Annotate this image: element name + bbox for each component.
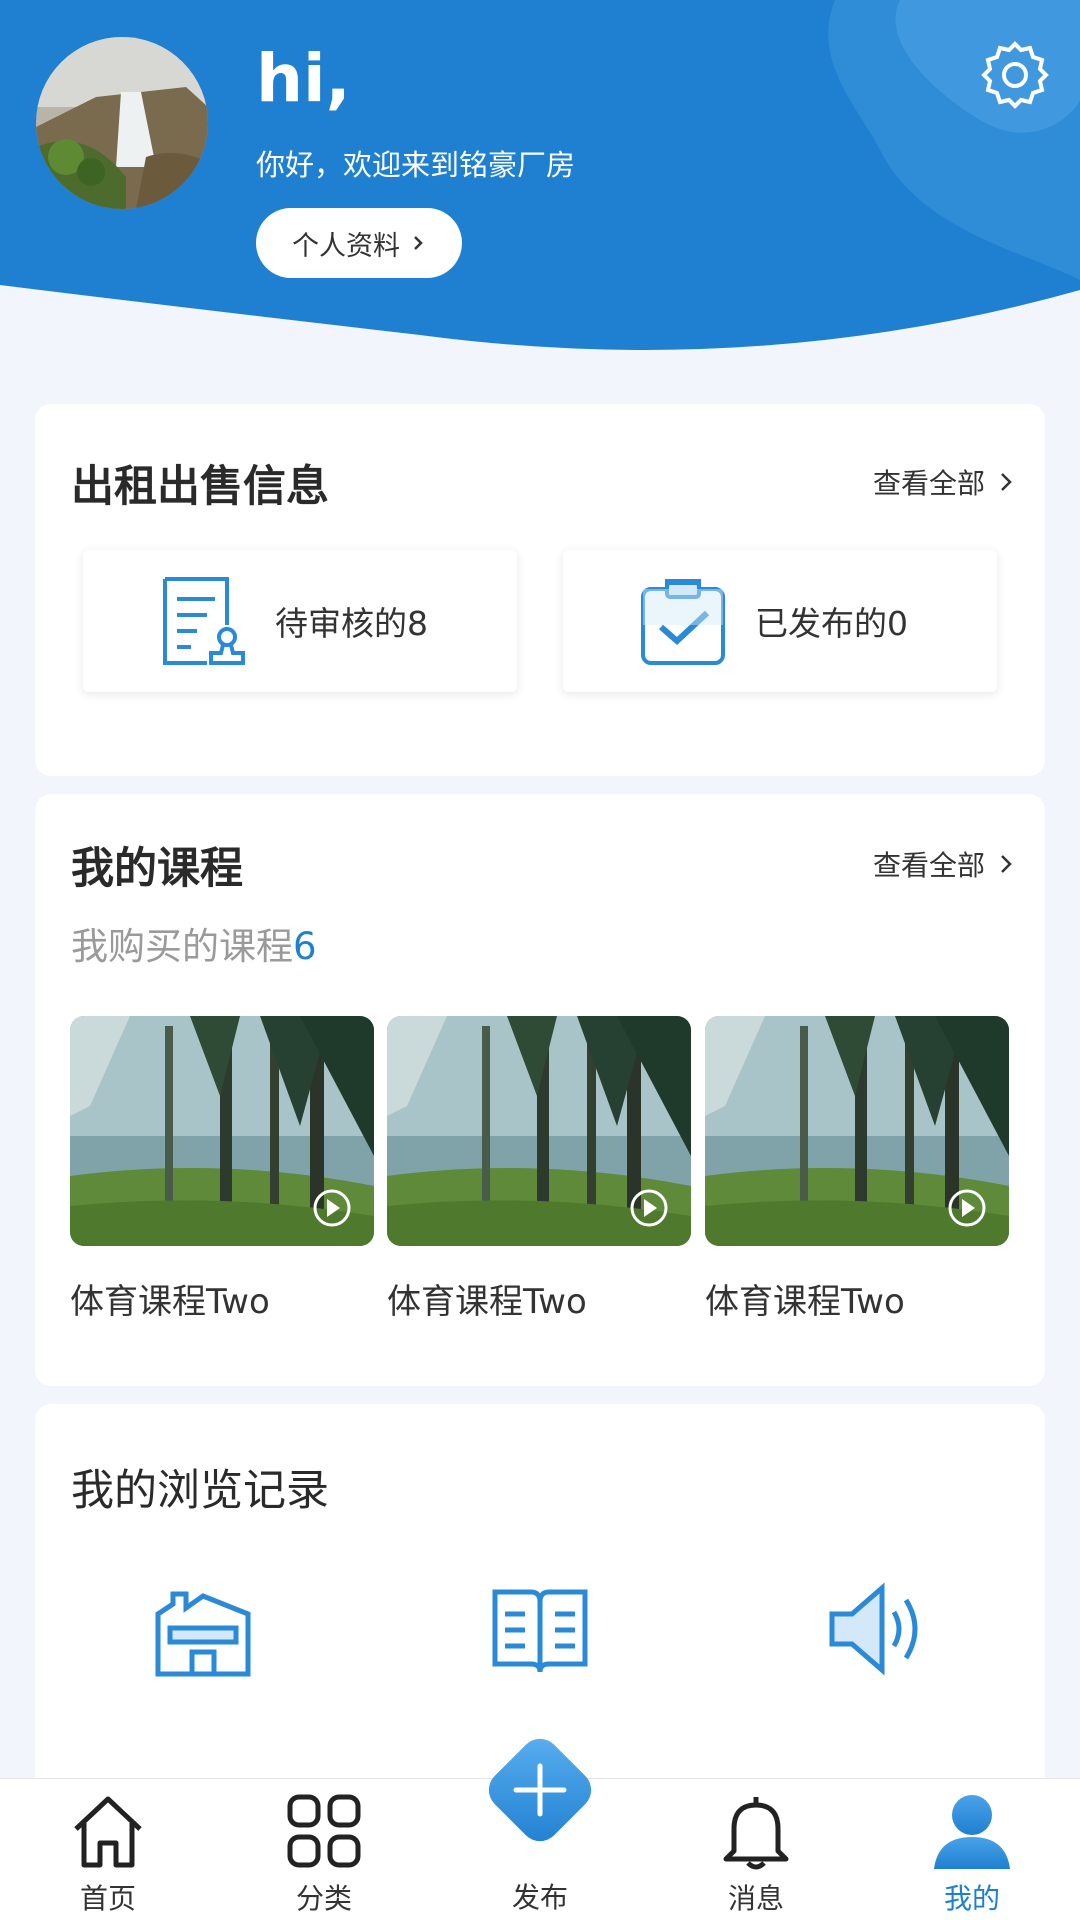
factory-icon[interactable] <box>148 1574 258 1684</box>
profile-button-label: 个人资料 <box>292 230 400 262</box>
course-name: 体育课程Two <box>70 1282 270 1322</box>
nav-mine-label: 我的 <box>943 1882 1000 1915</box>
book-icon[interactable] <box>485 1574 595 1684</box>
my-courses-card: 我的课程 查看全部 我购买的课程6 体育课程Two 体育课程Two 体育课程Tw… <box>35 794 1045 1386</box>
speaker-icon[interactable] <box>822 1574 932 1684</box>
avatar[interactable] <box>36 37 208 209</box>
chevron-right-icon <box>414 236 423 250</box>
settings-gear-icon[interactable] <box>980 40 1050 110</box>
courses-card-title: 我的课程 <box>71 844 243 894</box>
rental-sale-card: 出租出售信息 查看全部 待审核的8 已发布的0 <box>35 404 1045 776</box>
profile-page: hi, 你好，欢迎来到铭豪厂房 个人资料 出租出售信息 查看全部 待审核的8 已… <box>0 0 1080 1920</box>
course-item[interactable]: 体育课程Two <box>705 1016 1009 1323</box>
pending-review-button[interactable]: 待审核的8 <box>83 550 517 692</box>
published-button[interactable]: 已发布的0 <box>563 550 997 692</box>
course-thumbnail <box>387 1016 691 1246</box>
rental-see-all-link[interactable]: 查看全部 <box>873 462 1013 502</box>
history-card-title: 我的浏览记录 <box>71 1466 329 1516</box>
user-icon <box>934 1795 1010 1869</box>
course-item[interactable]: 体育课程Two <box>387 1016 691 1323</box>
bell-icon <box>723 1797 789 1870</box>
course-thumbnail <box>70 1016 374 1246</box>
see-all-label: 查看全部 <box>872 849 985 882</box>
nav-category-label: 分类 <box>295 1882 352 1915</box>
nav-publish-label: 发布 <box>511 1881 568 1914</box>
bought-courses-count: 我购买的课程6 <box>71 916 317 970</box>
chevron-right-icon <box>1001 473 1012 491</box>
nav-category[interactable]: 分类 <box>254 1779 394 1920</box>
course-name: 体育课程Two <box>705 1282 905 1322</box>
bought-courses-label: 我购买的课程 <box>71 925 293 968</box>
clipboard-check-icon <box>641 579 725 665</box>
home-icon <box>74 1796 142 1868</box>
profile-header: hi, 你好，欢迎来到铭豪厂房 个人资料 <box>0 0 1080 360</box>
rental-card-title: 出租出售信息 <box>71 462 329 512</box>
see-all-label: 查看全部 <box>872 467 985 500</box>
welcome-text: 你好，欢迎来到铭豪厂房 <box>256 148 576 182</box>
nav-messages[interactable]: 消息 <box>686 1779 826 1920</box>
courses-see-all-link[interactable]: 查看全部 <box>873 844 1013 884</box>
course-name: 体育课程Two <box>387 1282 587 1322</box>
chevron-right-icon <box>1001 855 1012 873</box>
bought-courses-number: 6 <box>293 925 317 968</box>
pending-review-label: 待审核的8 <box>275 604 428 643</box>
profile-button[interactable]: 个人资料 <box>256 208 462 278</box>
grid-icon <box>287 1794 361 1868</box>
nav-home-label: 首页 <box>79 1882 136 1915</box>
greeting-text: hi, <box>256 40 351 117</box>
course-thumbnail <box>705 1016 1009 1246</box>
nav-home[interactable]: 首页 <box>38 1779 178 1920</box>
nav-mine[interactable]: 我的 <box>902 1779 1042 1920</box>
published-label: 已发布的0 <box>755 604 908 643</box>
nav-messages-label: 消息 <box>727 1882 784 1915</box>
course-item[interactable]: 体育课程Two <box>70 1016 374 1323</box>
document-review-icon <box>163 577 245 665</box>
publish-plus-button[interactable] <box>476 1726 604 1854</box>
